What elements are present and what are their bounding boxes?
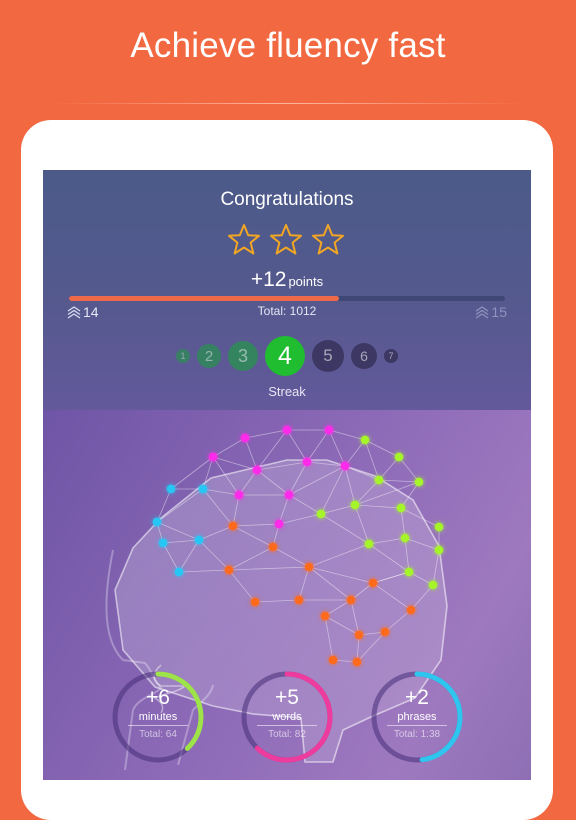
network-link — [328, 429, 366, 441]
points-earned: +12 points — [43, 268, 531, 292]
network-node-orange — [328, 655, 338, 665]
streak-day-5: 5 — [312, 340, 344, 372]
network-node-magenta — [340, 461, 350, 471]
words-value: +5 — [275, 686, 299, 709]
streak-day-7: 7 — [384, 349, 398, 363]
minutes-total: Total: 64 — [139, 729, 177, 740]
network-node-magenta — [282, 425, 292, 435]
network-link — [378, 456, 400, 481]
network-node-magenta — [284, 490, 294, 500]
words-total: Total: 82 — [268, 729, 306, 740]
network-node-green — [414, 477, 424, 487]
network-node-orange — [368, 578, 378, 588]
streak-label: Streak — [268, 384, 306, 399]
network-node-magenta — [324, 425, 334, 435]
phrases-total: Total: 1:38 — [393, 729, 441, 740]
network-node-blue — [194, 535, 204, 545]
network-node-green — [364, 539, 374, 549]
network-node-orange — [228, 521, 238, 531]
network-node-magenta — [234, 490, 244, 500]
network-node-blue — [152, 517, 162, 527]
network-node-orange — [354, 630, 364, 640]
minutes-value: +6 — [146, 686, 170, 709]
network-node-green — [360, 435, 370, 445]
headline: Achieve fluency fast — [130, 26, 446, 65]
network-node-green — [400, 533, 410, 543]
network-link — [286, 429, 308, 463]
phrases-value: +2 — [405, 686, 429, 709]
network-node-magenta — [240, 433, 250, 443]
stat-minutes: +6 minutes Total: 64 — [111, 670, 205, 764]
streak-day-4: 4 — [265, 336, 305, 376]
network-node-blue — [166, 484, 176, 494]
network-node-green — [374, 475, 384, 485]
streak-day-3: 3 — [228, 341, 258, 371]
network-node-green — [434, 522, 444, 532]
words-label: words — [257, 711, 317, 726]
level-chevrons-icon — [476, 305, 489, 319]
network-node-orange — [268, 542, 278, 552]
network-node-green — [394, 452, 404, 462]
network-link — [212, 456, 258, 471]
streak-day-1: 1 — [176, 349, 190, 363]
network-node-green — [404, 567, 414, 577]
streak-day-6: 6 — [351, 343, 377, 369]
minutes-label: minutes — [128, 711, 188, 726]
network-node-orange — [294, 595, 304, 605]
network-node-magenta — [274, 519, 284, 529]
star-icon — [228, 224, 260, 255]
network-node-magenta — [208, 452, 218, 462]
network-link — [244, 429, 288, 439]
congratulations-title: Congratulations — [220, 189, 354, 210]
network-node-orange — [380, 627, 390, 637]
network-node-blue — [174, 567, 184, 577]
network-node-green — [316, 509, 326, 519]
network-node-orange — [224, 565, 234, 575]
network-node-green — [396, 503, 406, 513]
network-node-green — [428, 580, 438, 590]
network-link — [212, 437, 246, 458]
network-link — [244, 437, 258, 471]
network-link — [344, 439, 366, 467]
stat-words: +5 words Total: 82 — [240, 670, 334, 764]
network-node-orange — [406, 605, 416, 615]
points-value: +12 — [250, 268, 287, 291]
next-level: 15 — [475, 304, 507, 320]
level-progress-fill — [69, 296, 340, 301]
network-link — [306, 429, 330, 463]
network-node-orange — [320, 611, 330, 621]
network-node-blue — [158, 538, 168, 548]
network-node-blue — [198, 484, 208, 494]
total-points: Total: 1012 — [257, 304, 317, 318]
network-node-orange — [346, 595, 356, 605]
network-node-magenta — [252, 465, 262, 475]
stat-phrases: +2 phrases Total: 1:38 — [370, 670, 464, 764]
level-progress-bar — [69, 296, 505, 301]
star-icon — [270, 224, 302, 255]
streak-day-2: 2 — [197, 344, 221, 368]
network-node-orange — [352, 657, 362, 667]
divider — [50, 103, 526, 104]
next-level-value: 15 — [491, 304, 507, 320]
points-unit: points — [288, 274, 324, 289]
network-node-orange — [304, 562, 314, 572]
phrases-label: phrases — [387, 711, 447, 726]
lesson-results-screen: Congratulations +12 points 1 4 Total: 1012… — [43, 170, 531, 780]
network-node-magenta — [302, 457, 312, 467]
star-icon — [312, 224, 344, 255]
network-link — [328, 429, 346, 467]
network-node-green — [434, 545, 444, 555]
streak-indicator: 1234567 — [43, 336, 531, 376]
network-node-orange — [250, 597, 260, 607]
network-node-green — [350, 500, 360, 510]
network-link — [398, 456, 420, 483]
star-rating — [226, 222, 346, 258]
